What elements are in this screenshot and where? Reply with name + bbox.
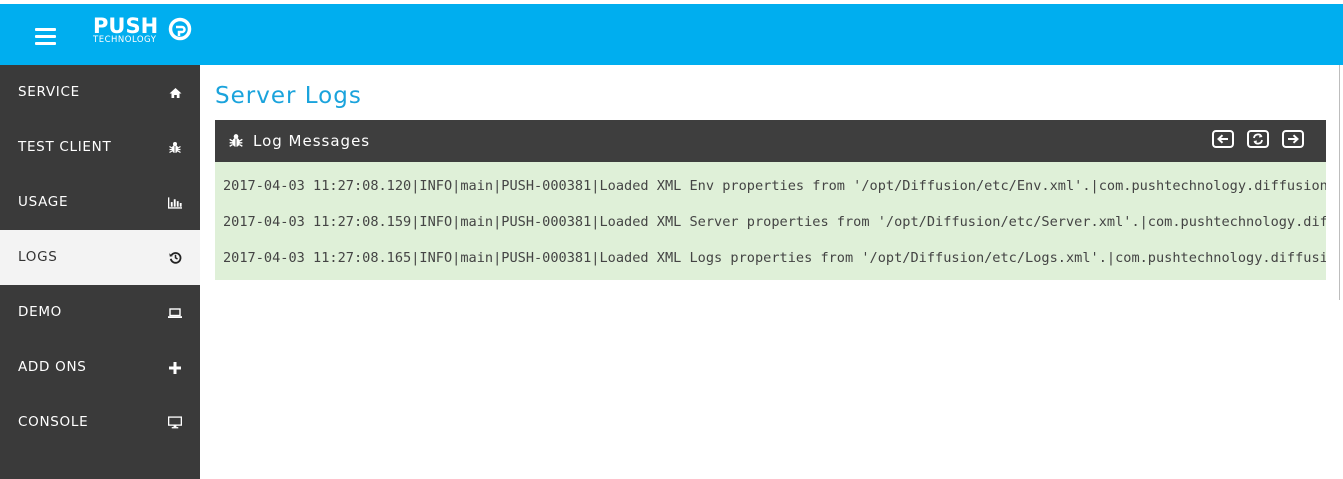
sidebar: SERVICE TEST CLIENT USAGE LOGS DEMO ADD …: [0, 65, 200, 479]
sidebar-item-demo[interactable]: DEMO: [0, 285, 200, 340]
sidebar-item-label: TEST CLIENT: [18, 139, 112, 155]
home-icon: [168, 65, 182, 120]
bug-icon: [168, 120, 182, 175]
sidebar-item-label: ADD ONS: [18, 359, 87, 375]
log-panel: Log Messages 2017-04-03 11:27:08.120|INF…: [215, 120, 1326, 280]
top-bar: PUSH TECHNOLOGY: [0, 0, 1343, 65]
panel-title: Log Messages: [253, 132, 371, 150]
sidebar-item-test-client[interactable]: TEST CLIENT: [0, 120, 200, 175]
sidebar-item-service[interactable]: SERVICE: [0, 65, 200, 120]
sidebar-item-label: SERVICE: [18, 84, 80, 100]
sidebar-item-label: CONSOLE: [18, 414, 89, 430]
panel-header: Log Messages: [215, 120, 1326, 162]
bar-chart-icon: [168, 175, 182, 230]
next-icon: [1288, 134, 1299, 144]
laptop-icon: [168, 285, 182, 340]
sidebar-item-add-ons[interactable]: ADD ONS: [0, 340, 200, 395]
brand-logo[interactable]: PUSH TECHNOLOGY: [93, 14, 192, 45]
brand-subtitle: TECHNOLOGY: [93, 35, 157, 45]
refresh-icon: [1253, 133, 1263, 145]
log-list: 2017-04-03 11:27:08.120|INFO|main|PUSH-0…: [215, 162, 1326, 280]
log-row: 2017-04-03 11:27:08.165|INFO|main|PUSH-0…: [223, 250, 1326, 266]
sidebar-item-logs[interactable]: LOGS: [0, 230, 200, 285]
sidebar-item-label: LOGS: [18, 249, 58, 265]
log-row: 2017-04-03 11:27:08.120|INFO|main|PUSH-0…: [223, 178, 1326, 194]
desktop-icon: [168, 395, 182, 450]
plus-icon: [168, 340, 182, 395]
sidebar-item-usage[interactable]: USAGE: [0, 175, 200, 230]
sidebar-item-label: USAGE: [18, 194, 69, 210]
logo-mark-icon: [168, 17, 192, 41]
history-icon: [168, 230, 182, 285]
next-button[interactable]: [1282, 130, 1304, 148]
main-content: Server Logs Log Messages 2017-04-03 11:2…: [200, 65, 1343, 479]
page-title: Server Logs: [215, 83, 362, 109]
sidebar-item-console[interactable]: CONSOLE: [0, 395, 200, 450]
bug-icon: [229, 133, 243, 152]
brand-name: PUSH: [93, 14, 159, 38]
menu-icon[interactable]: [35, 28, 56, 45]
previous-button[interactable]: [1212, 130, 1234, 148]
log-row: 2017-04-03 11:27:08.159|INFO|main|PUSH-0…: [223, 214, 1326, 230]
sidebar-item-label: DEMO: [18, 304, 62, 320]
previous-icon: [1217, 134, 1228, 144]
scroll-divider: [1339, 65, 1340, 300]
refresh-button[interactable]: [1247, 130, 1269, 148]
